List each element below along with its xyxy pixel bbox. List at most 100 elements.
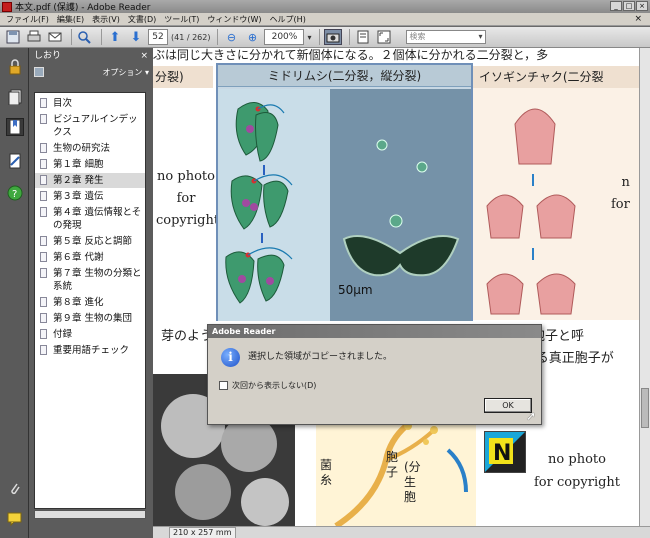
- document-top-text: ぶは同じ大きさに分かれて新個体になる。２個体に分かれる二分裂と，多: [153, 48, 549, 62]
- zoom-in-button[interactable]: ⊕: [243, 29, 261, 45]
- menu-bar: ファイル(F) 編集(E) 表示(V) 文書(D) ツール(T) ウィンドウ(W…: [0, 13, 650, 26]
- bookmark-item[interactable]: 第１章 細胞: [35, 157, 145, 172]
- save-icon[interactable]: [4, 29, 22, 45]
- options-menu-button[interactable]: オプション ▾: [102, 67, 149, 78]
- zoom-dropdown-icon[interactable]: ▾: [307, 29, 311, 45]
- signatures-icon[interactable]: [6, 152, 24, 170]
- bookmark-item[interactable]: 第７章 生物の分類と系統: [35, 266, 145, 294]
- no-photo-line: no photo: [157, 169, 215, 184]
- document-viewport[interactable]: ぶは同じ大きさに分かれて新個体になる。２個体に分かれる二分裂と，多 分裂) no…: [153, 48, 639, 526]
- minimize-button[interactable]: _: [610, 1, 622, 11]
- ok-button[interactable]: OK: [484, 398, 532, 413]
- bookmarks-icon[interactable]: [6, 118, 24, 136]
- no-photo-line: for: [176, 191, 196, 206]
- close-panel-button[interactable]: ×: [140, 48, 148, 64]
- bookmark-item[interactable]: 生物の研究法: [35, 141, 145, 156]
- navigation-pane-strip: ?: [0, 48, 29, 538]
- toolbar-separator: [348, 29, 350, 45]
- bookmark-horizontal-scrollbar[interactable]: [34, 510, 146, 519]
- info-icon: i: [221, 348, 240, 367]
- snapshot-tool-icon[interactable]: [323, 29, 342, 45]
- page-size-indicator: 210 x 257 mm: [169, 527, 236, 538]
- next-page-button[interactable]: ⬇: [127, 29, 145, 45]
- toolbar-separator: [101, 29, 102, 45]
- comments-icon[interactable]: [6, 510, 24, 528]
- bookmark-item[interactable]: 目次: [35, 96, 145, 111]
- bookmarks-panel-title: しおり: [34, 51, 62, 61]
- bookmarks-panel: しおり × オプション ▾ 目次 ビジュアルインデックス 生物の研究法第１章 細胞第…: [29, 48, 153, 538]
- spore-label: 胞子: [386, 450, 399, 479]
- page-count: (41 / 262): [171, 32, 211, 42]
- hypha-label: 菌糸: [320, 458, 333, 487]
- svg-text:?: ?: [12, 189, 17, 200]
- menu-view[interactable]: 表示(V): [88, 14, 124, 25]
- bookmarks-panel-header: しおり ×: [29, 48, 153, 64]
- bookmark-item[interactable]: 第９章 生物の集団: [35, 311, 145, 326]
- status-bar: 210 x 257 mm: [153, 526, 650, 538]
- bookmark-page-icon: [40, 345, 47, 355]
- bookmark-page-icon: [40, 98, 47, 108]
- checkbox-box[interactable]: [219, 381, 228, 390]
- menu-document[interactable]: 文書(D): [124, 14, 160, 25]
- bookmark-item[interactable]: 付録: [35, 327, 145, 342]
- full-screen-icon[interactable]: [375, 29, 393, 45]
- dialog-message: 選択した領域がコピーされました。: [248, 352, 393, 362]
- menu-tools[interactable]: ツール(T): [160, 14, 203, 25]
- zoom-out-button[interactable]: ⊖: [222, 29, 240, 45]
- bookmark-item[interactable]: 第５章 反応と調節: [35, 234, 145, 249]
- no-photo-placeholder-right: n for: [611, 172, 630, 216]
- bookmark-page-icon: [40, 297, 47, 307]
- print-icon[interactable]: [25, 29, 43, 45]
- bookmark-label: 第５章 反応と調節: [53, 236, 133, 247]
- bookmark-label: 第７章 生物の分類と系統: [53, 268, 142, 292]
- pages-icon[interactable]: [6, 88, 24, 106]
- bookmark-item[interactable]: 重要用語チェック: [35, 343, 145, 358]
- email-icon[interactable]: [46, 29, 64, 45]
- vertical-scrollbar[interactable]: [639, 48, 650, 526]
- bookmark-label: 第１章 細胞: [53, 159, 104, 170]
- bookmark-item[interactable]: 第２章 発生: [35, 173, 145, 188]
- svg-text:N: N: [493, 441, 511, 466]
- bookmark-page-icon: [40, 329, 47, 339]
- hypha-illustration: 菌糸 胞子 (分生胞: [316, 420, 476, 526]
- dont-show-again-checkbox[interactable]: 次回から表示しない(D): [219, 380, 316, 391]
- maximize-button[interactable]: □: [623, 1, 635, 11]
- bookmark-item[interactable]: 第８章 進化: [35, 295, 145, 310]
- bookmark-page-icon: [40, 236, 47, 246]
- bookmark-item[interactable]: ビジュアルインデックス: [35, 112, 145, 140]
- previous-page-button[interactable]: ⬆: [106, 29, 124, 45]
- bookmark-page-icon: [40, 268, 47, 278]
- bookmark-item[interactable]: 第４章 遺伝情報とその発現: [35, 205, 145, 233]
- toolbar-separator: [71, 29, 72, 45]
- bookmarks-options-row: オプション ▾: [29, 64, 153, 82]
- menu-edit[interactable]: 編集(E): [53, 14, 88, 25]
- find-icon[interactable]: [76, 29, 94, 45]
- body-text-left: 芽のよう: [161, 329, 214, 344]
- page-number-input[interactable]: 52: [148, 29, 168, 45]
- bookmark-page-icon: [40, 143, 47, 153]
- bookmark-options-icon[interactable]: [34, 67, 44, 77]
- fit-width-icon[interactable]: [354, 29, 372, 45]
- help-icon[interactable]: ?: [6, 184, 24, 202]
- no-photo-line: copyright: [156, 213, 220, 228]
- menu-file[interactable]: ファイル(F): [2, 14, 53, 25]
- bookmark-item[interactable]: 第３章 遺伝: [35, 189, 145, 204]
- search-input[interactable]: 検索: [405, 30, 486, 44]
- window-title: 本文.pdf (保護) - Adobe Reader: [15, 3, 151, 13]
- menu-help[interactable]: ヘルプ(H): [266, 14, 310, 25]
- attachments-icon[interactable]: [6, 480, 24, 498]
- checkbox-label: 次回から表示しない(D): [232, 381, 317, 390]
- scrollbar-thumb[interactable]: [641, 388, 649, 428]
- bookmark-page-icon: [40, 252, 47, 262]
- close-document-button[interactable]: ×: [630, 14, 646, 24]
- bookmark-page-icon: [40, 114, 47, 124]
- adobe-reader-icon: [2, 1, 12, 12]
- close-window-button[interactable]: ×: [636, 1, 648, 11]
- zoom-level-select[interactable]: 200%: [264, 29, 305, 45]
- euglena-micrograph: 50μm: [330, 89, 471, 321]
- bookmark-label: 付録: [53, 329, 73, 340]
- lock-icon[interactable]: [6, 58, 24, 76]
- bookmark-item[interactable]: 第６章 代謝: [35, 250, 145, 265]
- menu-window[interactable]: ウィンドウ(W): [203, 14, 265, 25]
- right-figure-caption: イソギンチャク(二分裂: [473, 66, 639, 88]
